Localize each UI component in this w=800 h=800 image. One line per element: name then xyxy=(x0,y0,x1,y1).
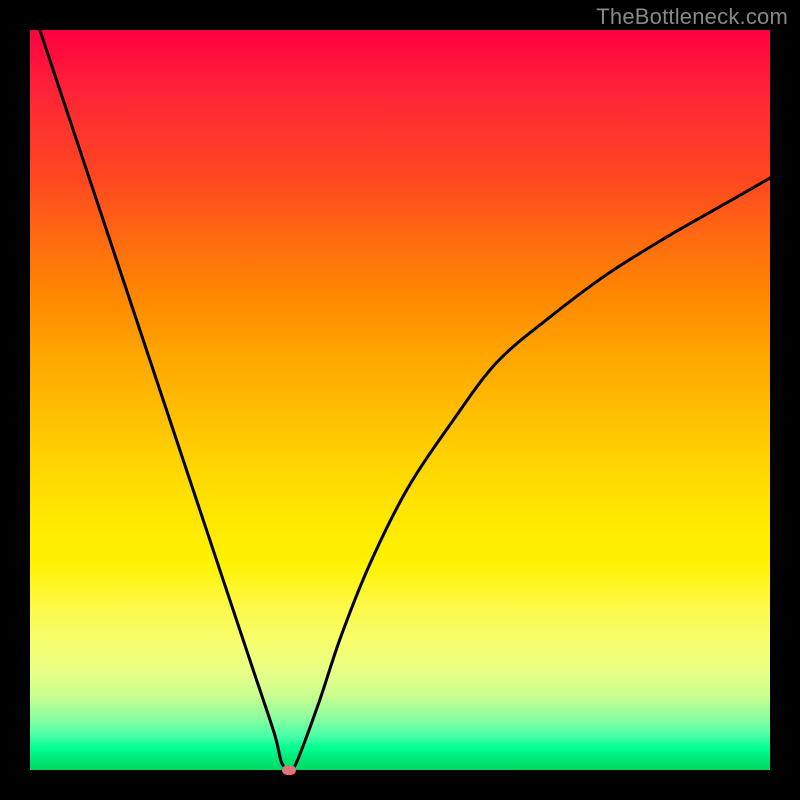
cusp-marker xyxy=(282,765,296,775)
chart-frame: TheBottleneck.com xyxy=(0,0,800,800)
bottleneck-curve-line xyxy=(30,30,770,770)
watermark-text: TheBottleneck.com xyxy=(596,4,788,30)
plot-area xyxy=(30,30,770,770)
curve-svg xyxy=(30,30,770,770)
